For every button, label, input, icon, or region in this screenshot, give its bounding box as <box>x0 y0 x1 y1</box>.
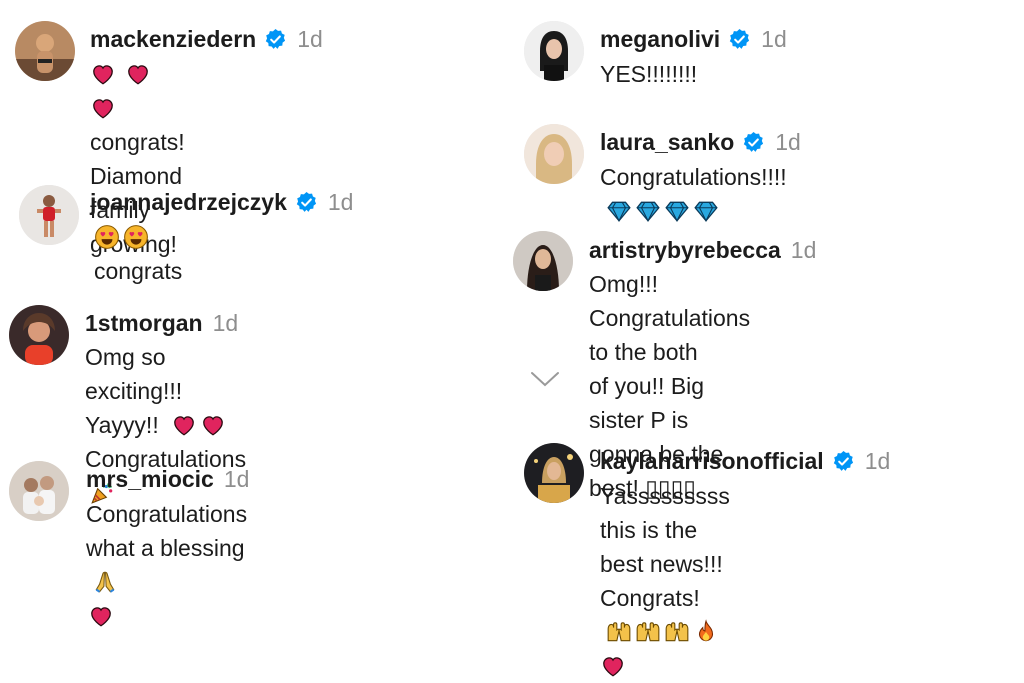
verified-badge-icon <box>266 28 286 49</box>
comment-line: Omg!!! Congratulations to the both <box>589 271 751 365</box>
red-heart-emoji <box>90 61 116 87</box>
gem-emoji <box>664 198 690 224</box>
verified-badge-icon <box>744 131 764 152</box>
raising-hands-emoji <box>664 619 690 645</box>
avatar[interactable] <box>513 231 573 291</box>
fire-emoji <box>693 619 719 645</box>
avatar[interactable] <box>9 461 69 521</box>
verified-badge-icon <box>296 191 316 212</box>
timestamp: 1d <box>761 26 787 52</box>
raising-hands-emoji <box>606 619 632 645</box>
verified-badge-icon <box>833 450 853 471</box>
comment-text: YES!!!!!!!! <box>600 57 697 91</box>
gem-emoji <box>693 198 719 224</box>
avatar[interactable] <box>524 443 584 503</box>
avatar[interactable] <box>19 185 79 245</box>
timestamp: 1d <box>864 448 891 474</box>
red-heart-emoji <box>171 412 197 438</box>
comment-line: Congrats! <box>600 585 700 611</box>
username[interactable]: joannajedrzejczyk <box>90 189 287 216</box>
praying-hands-emoji <box>92 569 118 595</box>
timestamp: 1d <box>297 26 323 52</box>
red-heart-emoji <box>200 412 226 438</box>
comment-text: congrats <box>94 220 182 288</box>
avatar[interactable] <box>9 305 69 365</box>
red-heart-emoji <box>600 653 626 679</box>
username[interactable]: meganolivi <box>600 26 720 53</box>
comment-line: congrats <box>94 258 183 284</box>
gem-emoji <box>606 198 632 224</box>
chevron-down-icon[interactable] <box>529 369 561 389</box>
gem-emoji <box>635 198 661 224</box>
username[interactable]: 1stmorgan <box>85 310 203 337</box>
red-heart-emoji <box>125 61 151 87</box>
red-heart-emoji <box>88 603 114 629</box>
avatar[interactable] <box>524 21 584 81</box>
comment-text: Congratulations what a blessing <box>86 497 247 633</box>
red-heart-emoji <box>90 95 116 121</box>
timestamp: 1d <box>212 310 239 336</box>
timestamp: 1d <box>327 189 354 215</box>
comment-text: Congratulations!!!! <box>600 160 787 228</box>
username[interactable]: artistrybyrebecca <box>589 237 781 264</box>
username[interactable]: laura_sanko <box>600 129 734 156</box>
raising-hands-emoji <box>635 619 661 645</box>
username[interactable]: mackenziedern <box>90 26 256 53</box>
username[interactable]: mrs_miocic <box>86 466 214 493</box>
verified-badge-icon <box>729 28 750 49</box>
comment-text: Yasssssssss this is the best news!!! Con… <box>600 479 730 683</box>
comment-line: Yasssssssss this is the best news!!! <box>600 483 730 577</box>
comment-line: YES!!!!!!!! <box>600 61 698 87</box>
avatar[interactable] <box>524 124 584 184</box>
timestamp: 1d <box>775 129 801 155</box>
username[interactable]: kaylaharrisonofficial <box>600 448 824 475</box>
timestamp: 1d <box>790 237 817 263</box>
comment-line: Congratulations!!!! <box>600 164 787 190</box>
heart-eyes-emoji <box>94 224 120 250</box>
comment-line: Congratulations what a blessing <box>86 501 248 561</box>
heart-eyes-emoji <box>123 224 149 250</box>
comment-line: Omg so exciting!!! Yayyy!! <box>85 344 183 438</box>
timestamp: 1d <box>223 466 250 492</box>
avatar[interactable] <box>15 21 75 81</box>
